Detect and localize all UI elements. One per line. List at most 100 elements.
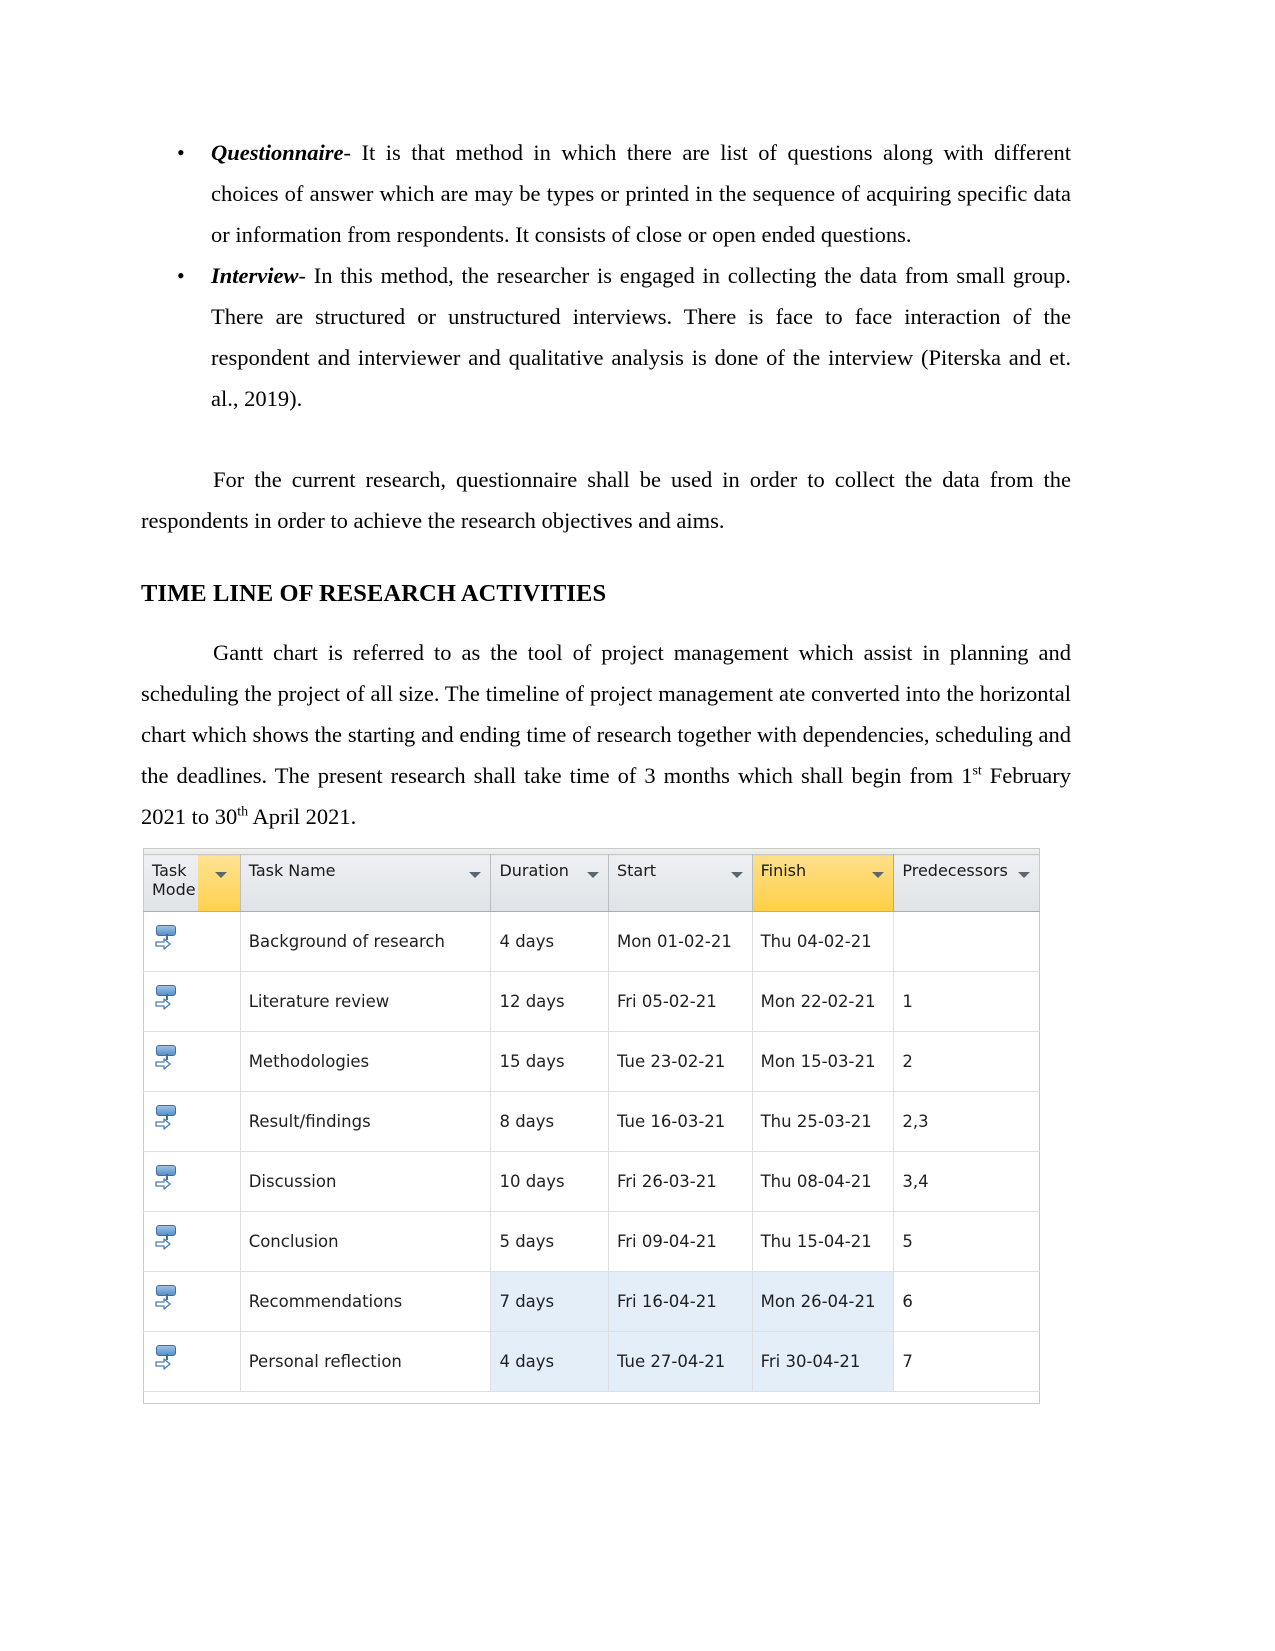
section-heading-wrap: TIME LINE OF RESEARCH ACTIVITIES Gantt c… [141, 578, 1071, 837]
table-row[interactable]: Result/findings 8 days Tue 16-03-21 Thu 25-… [143, 1091, 1040, 1152]
cell-start[interactable]: Tue 27-04-21 [608, 1331, 753, 1392]
cell-task-mode[interactable] [143, 971, 198, 1032]
cell-filter-flag[interactable] [197, 1151, 241, 1212]
column-header-label: Task Name [248, 861, 336, 880]
column-header-filter-flag[interactable] [197, 854, 241, 912]
cell-finish[interactable]: Thu 08-04-21 [752, 1151, 895, 1212]
cell-duration[interactable]: 4 days [490, 911, 609, 972]
table-row[interactable]: Background of research 4 days Mon 01-02-21… [143, 911, 1040, 972]
cell-finish[interactable]: Mon 22-02-21 [752, 971, 895, 1032]
cell-predecessors[interactable]: 6 [893, 1271, 1040, 1332]
cell-filter-flag[interactable] [197, 1091, 241, 1152]
cell-predecessors[interactable] [893, 911, 1040, 972]
ordinal-first: st [972, 763, 982, 779]
ordinal-thirtieth: th [237, 804, 249, 820]
cell-predecessors[interactable]: 5 [893, 1211, 1040, 1272]
column-header-predecessors[interactable]: Predecessors [893, 854, 1040, 912]
chevron-down-icon[interactable] [214, 872, 227, 878]
list-item: • Interview- In this method, the research… [141, 255, 1071, 419]
chevron-down-icon[interactable] [872, 872, 885, 878]
cell-predecessors[interactable]: 7 [893, 1331, 1040, 1392]
cell-start[interactable]: Fri 16-04-21 [608, 1271, 753, 1332]
manually-scheduled-icon [154, 1224, 178, 1255]
cell-predecessors[interactable]: 2,3 [893, 1091, 1040, 1152]
cell-duration[interactable]: 8 days [490, 1091, 609, 1152]
cell-finish[interactable]: Mon 26-04-21 [752, 1271, 895, 1332]
column-header-task-name[interactable]: Task Name [240, 854, 492, 912]
bullet-term: Questionnaire [211, 140, 344, 165]
cell-task-mode[interactable] [143, 1271, 198, 1332]
cell-filter-flag[interactable] [197, 911, 241, 972]
cell-finish[interactable]: Fri 30-04-21 [752, 1331, 895, 1392]
chevron-down-icon[interactable] [469, 872, 482, 878]
cell-duration[interactable]: 10 days [490, 1151, 609, 1212]
cell-task-name[interactable]: Recommendations [240, 1271, 492, 1332]
cell-filter-flag[interactable] [197, 971, 241, 1032]
cell-start[interactable]: Tue 23-02-21 [608, 1031, 753, 1092]
cell-task-mode[interactable] [143, 1211, 198, 1272]
document-page: • Questionnaire- It is that method in whi… [0, 0, 1275, 1651]
cell-filter-flag[interactable] [197, 1271, 241, 1332]
column-header-label: Start [616, 861, 657, 880]
table-row[interactable]: Discussion 10 days Fri 26-03-21 Thu 08-04-2… [143, 1151, 1040, 1212]
cell-task-name[interactable]: Conclusion [240, 1211, 492, 1272]
cell-duration[interactable]: 7 days [490, 1271, 609, 1332]
cell-task-name[interactable]: Methodologies [240, 1031, 492, 1092]
cell-filter-flag[interactable] [197, 1331, 241, 1392]
cell-finish[interactable]: Thu 04-02-21 [752, 911, 895, 972]
table-row[interactable]: Recommendations 7 days Fri 16-04-21 Mon 26-… [143, 1271, 1040, 1332]
table-row[interactable]: Conclusion 5 days Fri 09-04-21 Thu 15-04-21… [143, 1211, 1040, 1272]
cell-duration[interactable]: 5 days [490, 1211, 609, 1272]
cell-task-mode[interactable] [143, 1031, 198, 1092]
page-title: TIME LINE OF RESEARCH ACTIVITIES [141, 580, 607, 607]
bullet-term: Interview [211, 263, 299, 288]
cell-predecessors[interactable]: 2 [893, 1031, 1040, 1092]
gantt-task-table: Task Mode Task Name Duration Start Finis… [143, 854, 1040, 1392]
cell-task-mode[interactable] [143, 1331, 198, 1392]
manually-scheduled-icon [154, 1164, 178, 1195]
cell-filter-flag[interactable] [197, 1211, 241, 1272]
chevron-down-icon[interactable] [1018, 872, 1030, 878]
table-row[interactable]: Literature review 12 days Fri 05-02-21 Mon … [143, 971, 1040, 1032]
cell-start[interactable]: Mon 01-02-21 [608, 911, 753, 972]
column-header-label: Duration [499, 861, 569, 880]
table-body: Background of research 4 days Mon 01-02-21… [143, 911, 1040, 1392]
paragraph-gantt: Gantt chart is referred to as the tool o… [141, 632, 1071, 837]
cell-task-mode[interactable] [143, 1151, 198, 1212]
cell-duration[interactable]: 12 days [490, 971, 609, 1032]
paragraph-gantt-part3: April 2021. [248, 804, 357, 829]
cell-task-mode[interactable] [143, 1091, 198, 1152]
column-header-start[interactable]: Start [608, 854, 753, 912]
cell-task-name[interactable]: Personal reflection [240, 1331, 492, 1392]
cell-predecessors[interactable]: 3,4 [893, 1151, 1040, 1212]
cell-finish[interactable]: Mon 15-03-21 [752, 1031, 895, 1092]
cell-duration[interactable]: 15 days [490, 1031, 609, 1092]
manually-scheduled-icon [154, 1284, 178, 1315]
chevron-down-icon[interactable] [586, 872, 599, 878]
column-header-label: Finish [760, 861, 807, 880]
cell-start[interactable]: Tue 16-03-21 [608, 1091, 753, 1152]
table-row[interactable]: Methodologies 15 days Tue 23-02-21 Mon 15-0… [143, 1031, 1040, 1092]
manually-scheduled-icon [154, 984, 178, 1015]
cell-task-name[interactable]: Literature review [240, 971, 492, 1032]
manually-scheduled-icon [154, 1344, 178, 1375]
cell-task-name[interactable]: Background of research [240, 911, 492, 972]
cell-start[interactable]: Fri 05-02-21 [608, 971, 753, 1032]
cell-finish[interactable]: Thu 15-04-21 [752, 1211, 895, 1272]
cell-task-mode[interactable] [143, 911, 198, 972]
cell-duration[interactable]: 4 days [490, 1331, 609, 1392]
cell-start[interactable]: Fri 09-04-21 [608, 1211, 753, 1272]
table-row[interactable]: Personal reflection 4 days Tue 27-04-21 Fri… [143, 1331, 1040, 1392]
column-header-duration[interactable]: Duration [490, 854, 609, 912]
chevron-down-icon[interactable] [730, 872, 743, 878]
column-header-label: Task Mode [152, 861, 196, 899]
cell-filter-flag[interactable] [197, 1031, 241, 1092]
column-header-task-mode[interactable]: Task Mode [143, 854, 198, 912]
manually-scheduled-icon [154, 1104, 178, 1135]
cell-start[interactable]: Fri 26-03-21 [608, 1151, 753, 1212]
cell-task-name[interactable]: Result/findings [240, 1091, 492, 1152]
column-header-finish[interactable]: Finish [751, 854, 895, 912]
cell-task-name[interactable]: Discussion [240, 1151, 492, 1212]
cell-predecessors[interactable]: 1 [893, 971, 1040, 1032]
cell-finish[interactable]: Thu 25-03-21 [752, 1091, 895, 1152]
